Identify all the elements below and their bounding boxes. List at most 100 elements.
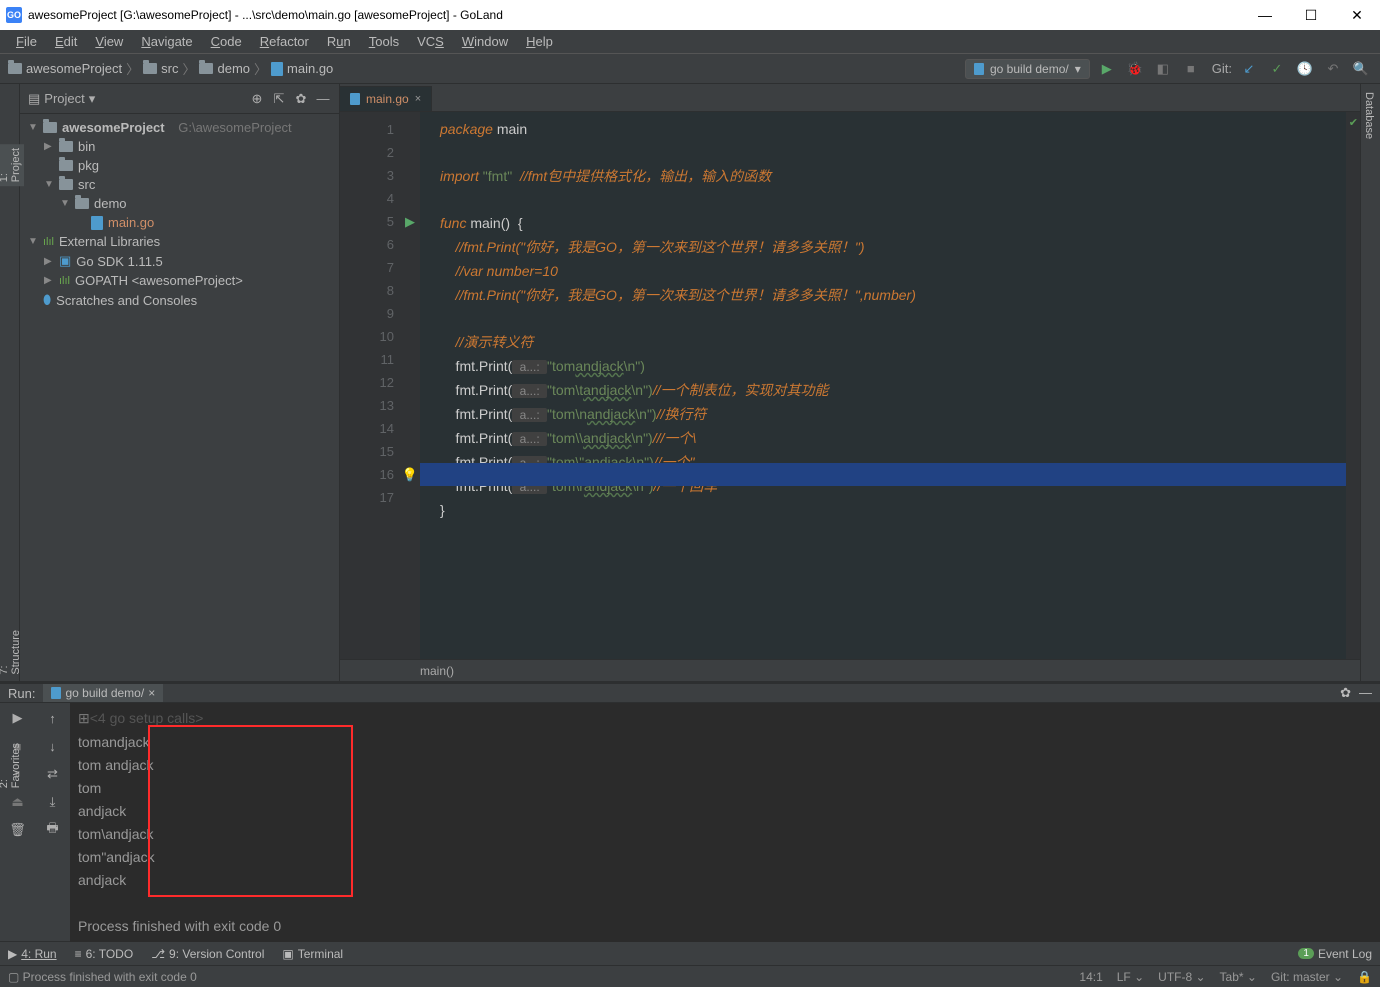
tab-run[interactable]: ▶ 4: Run [8,947,57,961]
code-editor[interactable]: 1234567891011121314151617 ▶ 💡 package ma… [340,112,1360,659]
vcs-commit-button[interactable]: ✓ [1266,58,1288,80]
menubar: File Edit View Navigate Code Refactor Ru… [0,30,1380,54]
menu-edit[interactable]: Edit [47,32,85,51]
scroll-end-icon[interactable]: ⤓ [42,791,64,813]
line-separator[interactable]: LF ⌄ [1117,970,1144,984]
tree-main-go[interactable]: main.go [20,213,339,232]
tree-external-libs[interactable]: ▼ılılExternal Libraries [20,232,339,251]
print-icon[interactable]: 🖶 [42,819,64,841]
folder-icon [199,63,213,74]
menu-vcs[interactable]: VCS [409,32,452,51]
hide-button[interactable]: — [315,91,331,106]
coverage-button[interactable]: ◧ [1152,58,1174,80]
run-gutter-icon[interactable]: ▶ [405,214,415,230]
console-output[interactable]: ⊞<4 go setup calls> tomandjack tom andja… [70,703,1380,942]
code-area[interactable]: package main import "fmt" //fmt包中提供格式化，输… [420,112,1346,659]
close-icon[interactable]: × [148,686,155,700]
breadcrumb-demo[interactable]: demo〉 [199,59,267,78]
lock-icon[interactable]: 🔒 [1357,970,1372,984]
chevron-down-icon[interactable]: ▾ [89,91,96,107]
go-file-icon [91,216,103,230]
breadcrumb-root[interactable]: awesomeProject〉 [8,59,139,78]
search-everywhere-button[interactable]: 🔍 [1350,58,1372,80]
tab-structure[interactable]: 7: Structure [0,626,24,679]
event-log[interactable]: 1 Event Log [1298,947,1372,961]
expand-icon[interactable]: ⊞ [78,710,90,726]
menu-tools[interactable]: Tools [361,32,407,51]
vcs-update-button[interactable]: ↙ [1238,58,1260,80]
console-line: tom [78,777,1372,800]
indent-info[interactable]: Tab* ⌄ [1220,970,1257,984]
menu-code[interactable]: Code [203,32,250,51]
left-tool-strip: 1: Project 7: Structure 2: Favorites [0,84,20,681]
tab-todo[interactable]: ≡ 6: TODO [75,947,134,961]
scratches-icon: ⬮ [43,292,51,308]
folder-icon [143,63,157,74]
maximize-button[interactable]: ☐ [1288,0,1334,30]
breadcrumb: awesomeProject〉 src〉 demo〉 main.go [8,59,333,78]
vcs-history-button[interactable]: 🕓 [1294,58,1316,80]
editor-breadcrumb[interactable]: main() [340,659,1360,681]
go-file-icon [350,93,360,105]
minimize-button[interactable]: — [1242,0,1288,30]
tree-demo[interactable]: ▼demo [20,194,339,213]
exit-button[interactable]: ⏏ [7,791,29,813]
menu-run[interactable]: Run [319,32,359,51]
tree-src[interactable]: ▼src [20,175,339,194]
right-tool-strip: Database [1360,84,1380,681]
settings-icon[interactable]: ✿ [1340,685,1351,701]
tab-project[interactable]: 1: Project [0,144,24,186]
folder-icon [75,198,89,209]
hide-button[interactable]: — [1359,685,1372,701]
tree-go-sdk[interactable]: ▶▣Go SDK 1.11.5 [20,251,339,271]
sidebar-title: Project [44,91,84,106]
file-encoding[interactable]: UTF-8 ⌄ [1158,970,1205,984]
breadcrumb-file[interactable]: main.go [271,61,333,76]
run-tool-window: Run: go build demo/ × ✿ — ▶ ■ ⏸ ⏏ 🗑 ↑ ↓ [0,681,1380,941]
menu-navigate[interactable]: Navigate [133,32,200,51]
down-icon[interactable]: ↓ [42,735,64,757]
menu-help[interactable]: Help [518,32,561,51]
tree-gopath[interactable]: ▶ılılGOPATH <awesomeProject> [20,271,339,290]
go-file-icon [51,687,61,699]
soft-wrap-icon[interactable]: ⇄ [42,763,64,785]
debug-button[interactable]: 🐞 [1124,58,1146,80]
close-button[interactable]: ✕ [1334,0,1380,30]
menu-file[interactable]: File [8,32,45,51]
project-tree[interactable]: ▼awesomeProject G:\awesomeProject ▶bin p… [20,114,339,681]
up-icon[interactable]: ↑ [42,707,64,729]
tab-version-control[interactable]: ⎇ 9: Version Control [151,947,264,961]
trash-icon[interactable]: 🗑 [7,819,29,841]
breadcrumb-src[interactable]: src〉 [143,59,195,78]
scroll-from-source-icon[interactable]: ⊕ [249,91,265,107]
tree-project-root[interactable]: ▼awesomeProject G:\awesomeProject [20,118,339,137]
menu-refactor[interactable]: Refactor [252,32,317,51]
tab-favorites[interactable]: 2: Favorites [0,739,24,792]
vcs-revert-button[interactable]: ↶ [1322,58,1344,80]
settings-icon[interactable]: ✿ [293,91,309,107]
tab-terminal[interactable]: ▣ Terminal [282,947,343,961]
tab-main-go[interactable]: main.go × [340,86,432,111]
close-tab-icon[interactable]: × [415,93,421,105]
tab-database[interactable]: Database [1361,84,1377,147]
caret-position[interactable]: 14:1 [1079,970,1102,984]
run-tab[interactable]: go build demo/ × [43,684,163,702]
folder-icon [59,160,73,171]
tree-bin[interactable]: ▶bin [20,137,339,156]
git-branch[interactable]: Git: master ⌄ [1271,970,1343,984]
tree-pkg[interactable]: pkg [20,156,339,175]
rerun-button[interactable]: ▶ [7,707,29,729]
intention-bulb-icon[interactable]: 💡 [402,467,418,483]
run-config-selector[interactable]: go build demo/ ▾ [965,59,1090,79]
menu-window[interactable]: Window [454,32,516,51]
folder-icon [43,122,57,133]
window-title: awesomeProject [G:\awesomeProject] - ...… [28,8,503,22]
run-button[interactable]: ▶ [1096,58,1118,80]
project-tool-icon: ▤ [28,91,40,107]
menu-view[interactable]: View [87,32,131,51]
stop-button[interactable]: ■ [1180,58,1202,80]
collapse-all-icon[interactable]: ⇱ [271,91,287,107]
tab-label: main.go [366,92,409,106]
tree-scratches[interactable]: ⬮Scratches and Consoles [20,290,339,310]
editor-map[interactable]: ✔ [1346,112,1360,659]
